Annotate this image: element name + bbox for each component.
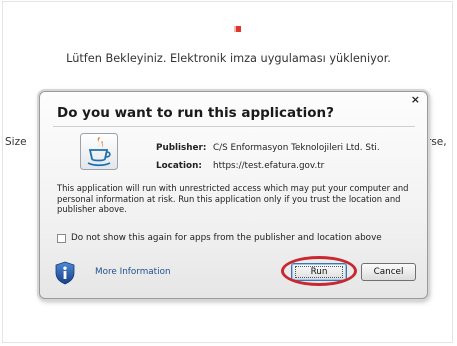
java-coffee-cup-icon xyxy=(80,133,118,170)
cancel-button-label: Cancel xyxy=(373,267,404,277)
security-warning-dialog: × Do you want to run this application? P… xyxy=(39,91,428,299)
warning-text: This application will run with unrestric… xyxy=(57,183,409,215)
loading-message: Lütfen Bekleyiniz. Elektronik imza uygul… xyxy=(66,52,391,65)
location-value: https://test.efatura.gov.tr xyxy=(213,161,325,171)
publisher-label: Publisher: xyxy=(156,143,207,153)
location-label: Location: xyxy=(156,161,202,171)
background-text-right: rse, xyxy=(427,136,447,148)
run-button-focus-ring xyxy=(295,266,343,278)
more-information-link[interactable]: More Information xyxy=(95,267,171,277)
publisher-row: Publisher: C/S Enformasyon Teknolojileri… xyxy=(156,143,416,155)
loading-spinner-icon xyxy=(234,26,241,32)
run-button[interactable]: Run xyxy=(291,263,347,281)
location-row: Location: https://test.efatura.gov.tr xyxy=(156,161,416,173)
do-not-show-label[interactable]: Do not show this again for apps from the… xyxy=(71,233,382,243)
dialog-title: Do you want to run this application? xyxy=(57,105,334,121)
title-divider xyxy=(53,126,415,127)
publisher-value: C/S Enformasyon Teknolojileri Ltd. Sti. xyxy=(213,143,380,153)
cancel-button[interactable]: Cancel xyxy=(361,263,416,281)
close-icon[interactable]: × xyxy=(411,94,420,106)
do-not-show-checkbox[interactable] xyxy=(57,234,66,243)
background-text-left: Size xyxy=(5,136,27,148)
information-shield-icon xyxy=(55,261,75,285)
